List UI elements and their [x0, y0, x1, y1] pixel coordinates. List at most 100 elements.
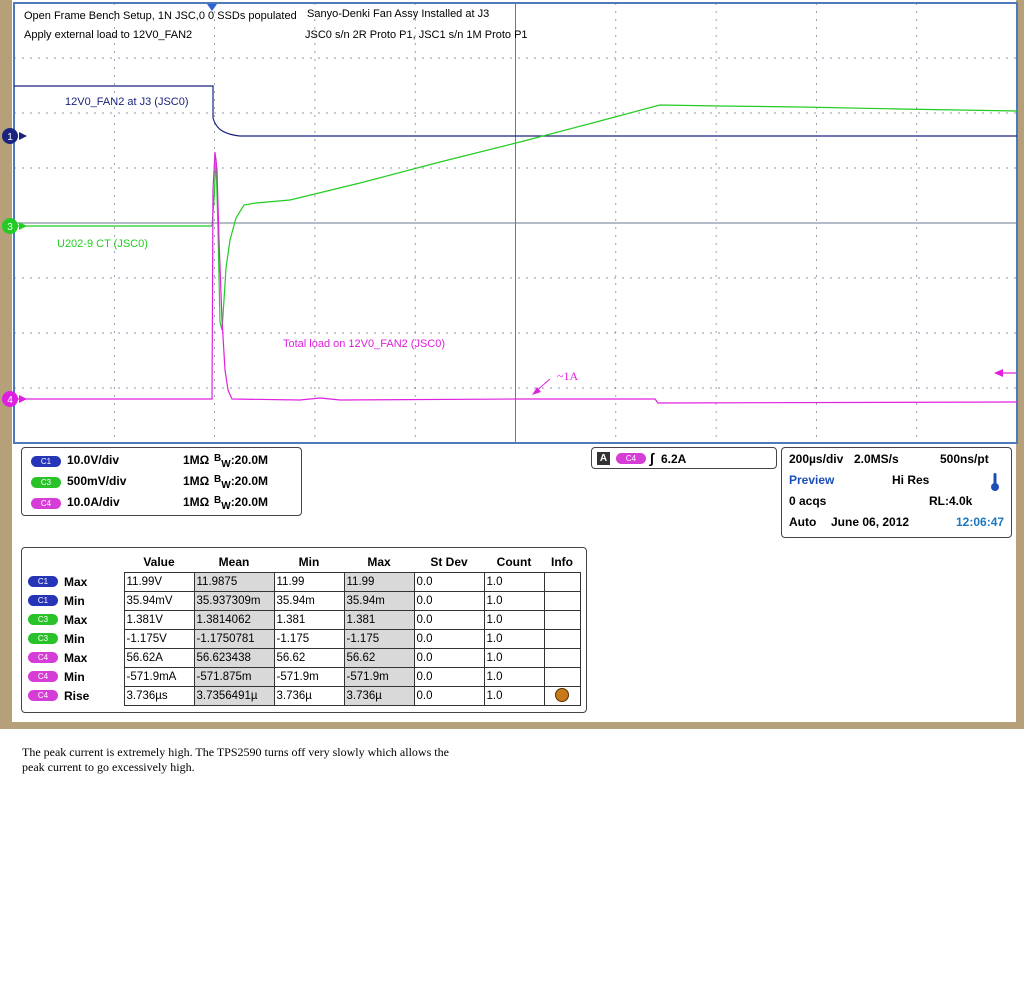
measurement-header: St Dev	[430, 555, 468, 569]
measurement-mean: 11.9875	[193, 572, 275, 592]
measurement-source: C1	[26, 573, 62, 592]
channel-row[interactable]: C1 10.0V/div 1MΩ BW:20.0M	[22, 452, 301, 470]
measurement-header: Info	[551, 555, 573, 569]
measurement-mean: -1.1750781	[193, 629, 275, 649]
measurement-type: Max	[64, 575, 88, 589]
rising-edge-icon: ∫	[650, 450, 654, 466]
measurement-min: 35.94m	[273, 591, 345, 611]
measurement-header: Count	[496, 555, 532, 569]
measurement-max: 1.381	[343, 610, 415, 630]
waveform-display: 1 3 4	[2, 2, 1018, 444]
oscilloscope-screen: 1 3 4 Open Frame Bench Setup, 1N JSC,0 0…	[0, 0, 1024, 729]
acquisition-count: 0 acqs	[789, 494, 827, 508]
measurement-info[interactable]	[543, 591, 581, 611]
measurement-value: -1.175V	[123, 629, 195, 649]
measurement-mean: 3.7356491µ	[193, 686, 275, 706]
trigger-mode: Auto	[789, 515, 817, 529]
measurement-count: 1.0	[483, 667, 545, 687]
channel-coupling: 1MΩ	[183, 453, 210, 467]
measurement-row[interactable]: C4 Rise 3.736µs 3.7356491µ 3.736µ 3.736µ 0.0 1.…	[26, 686, 581, 706]
sample-rate: 2.0MS/s	[854, 452, 899, 466]
time-resolution: 500ns/pt	[940, 452, 989, 466]
measurement-type: Rise	[64, 689, 90, 703]
channel-bandwidth: BW:20.0M	[214, 495, 269, 512]
measurement-min: 1.381	[273, 610, 345, 630]
measurement-max: 11.99	[343, 572, 415, 592]
measurement-count: 1.0	[483, 686, 545, 706]
measurement-info[interactable]	[543, 686, 581, 706]
measurement-chip: C1	[28, 576, 58, 588]
measurement-min: 56.62	[273, 648, 345, 668]
measurement-chip: C4	[28, 690, 58, 702]
measurement-min: -571.9m	[273, 667, 345, 687]
trigger-source-chip: C4	[616, 453, 646, 464]
caption-text: The peak current is extremely high. The …	[22, 745, 449, 774]
measurement-header: Min	[298, 555, 320, 569]
measurement-header	[26, 552, 62, 573]
measurement-stdev: 0.0	[413, 591, 485, 611]
measurement-info[interactable]	[543, 572, 581, 592]
channel-3-marker-label: 3	[7, 222, 13, 233]
channel-settings-panel: C1 10.0V/div 1MΩ BW:20.0M C3 500mV/div 1MΩ BW:2…	[21, 447, 302, 516]
channel-row[interactable]: C3 500mV/div 1MΩ BW:20.0M	[22, 473, 301, 491]
measurement-row[interactable]: C3 Max 1.381V 1.3814062 1.381 1.381 0.0 1.0	[26, 610, 581, 630]
measurement-chip: C1	[28, 595, 58, 607]
timebase-panel[interactable]: 200µs/div 2.0MS/s 500ns/pt Preview Hi Re…	[781, 447, 1012, 538]
measurement-value: 35.94mV	[123, 591, 195, 611]
measurement-mean: 35.937309m	[193, 591, 275, 611]
measurement-count: 1.0	[483, 648, 545, 668]
channel-4-marker-label: 4	[7, 395, 13, 406]
measurement-stdev: 0.0	[413, 572, 485, 592]
channel-bandwidth: BW:20.0M	[214, 474, 269, 491]
measurement-source: C3	[26, 611, 62, 630]
trigger-level: 6.2A	[661, 452, 687, 466]
measurement-mean: 56.623438	[193, 648, 275, 668]
measurement-stdev: 0.0	[413, 667, 485, 687]
measurement-header: Mean	[218, 555, 250, 569]
measurement-info[interactable]	[543, 667, 581, 687]
measurement-count: 1.0	[483, 572, 545, 592]
record-length: RL:4.0k	[929, 494, 973, 508]
channel-1-marker-label: 1	[7, 132, 13, 143]
acquisition-mode: Hi Res	[892, 473, 930, 487]
measurement-row[interactable]: C1 Min 35.94mV 35.937309m 35.94m 35.94m 0.0 1.0	[26, 591, 581, 611]
measurement-chip: C4	[28, 671, 58, 683]
measurement-value: -571.9mA	[123, 667, 195, 687]
channel-row[interactable]: C4 10.0A/div 1MΩ BW:20.0M	[22, 494, 301, 512]
measurement-header: Max	[367, 555, 391, 569]
note-fan-assy: Sanyo-Denki Fan Assy Installed at J3	[307, 8, 490, 20]
trace-label-c1: 12V0_FAN2 at J3 (JSC0)	[65, 96, 189, 108]
note-serial-numbers: JSC0 s/n 2R Proto P1, JSC1 s/n 1M Proto …	[305, 29, 528, 41]
measurement-row[interactable]: C4 Max 56.62A 56.623438 56.62 56.62 0.0 1.0	[26, 648, 581, 668]
thermometer-icon	[991, 473, 999, 491]
channel-chip: C1	[31, 456, 61, 467]
measurement-info[interactable]	[543, 629, 581, 649]
measurement-max: 3.736µ	[343, 686, 415, 706]
warning-icon[interactable]	[555, 687, 569, 702]
measurement-row[interactable]: C3 Min -1.175V -1.1750781 -1.175 -1.175 0.0 1.0	[26, 629, 581, 649]
acquisition-time: 12:06:47	[956, 515, 1005, 529]
measurement-info[interactable]	[543, 610, 581, 630]
note-apply-load: Apply external load to 12V0_FAN2	[24, 29, 193, 41]
measurement-stdev: 0.0	[413, 610, 485, 630]
measurement-header	[62, 552, 124, 573]
measurement-mean: -571.875m	[193, 667, 275, 687]
measurement-min: -1.175	[273, 629, 345, 649]
measurement-type: Max	[64, 613, 88, 627]
measurement-row[interactable]: C1 Max 11.99V 11.9875 11.99 11.99 0.0 1.0	[26, 572, 581, 592]
measurements-header-row: Value Mean Min Max St Dev Count Info	[26, 552, 580, 573]
measurement-value: 11.99V	[123, 572, 195, 592]
trigger-panel[interactable]: A C4 ∫ 6.2A	[591, 447, 777, 469]
channel-bandwidth: BW:20.0M	[214, 453, 269, 470]
measurement-min: 11.99	[273, 572, 345, 592]
measurement-type: Min	[64, 594, 85, 608]
measurement-stdev: 0.0	[413, 648, 485, 668]
measurement-count: 1.0	[483, 591, 545, 611]
measurement-source: C4	[26, 687, 62, 706]
channel-chip: C3	[31, 477, 61, 488]
measurement-type: Min	[64, 670, 85, 684]
measurement-info[interactable]	[543, 648, 581, 668]
trigger-mode-badge: A	[597, 452, 610, 465]
measurement-row[interactable]: C4 Min -571.9mA -571.875m -571.9m -571.9m 0.0 1…	[26, 667, 581, 687]
callout-label: ~1A	[557, 369, 579, 383]
